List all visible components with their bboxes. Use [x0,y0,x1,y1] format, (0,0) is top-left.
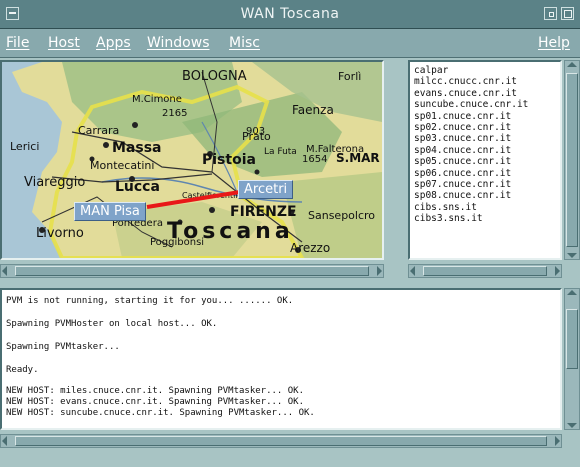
map-label-1654: 1654 [302,154,327,165]
host-list-item[interactable]: suncube.cnuce.cnr.it [414,99,560,110]
console-line: Ready. [6,365,39,375]
console-line: Spawning PVMHoster on local host... OK. [6,319,218,329]
menu-apps[interactable]: Apps [96,35,131,51]
node-arcetri[interactable]: Arcetri [238,180,294,199]
scroll-right-icon[interactable] [377,266,382,276]
scroll-left-icon[interactable] [410,266,415,276]
scroll-left-icon[interactable] [2,266,7,276]
window-menu-icon[interactable] [6,7,19,20]
console-vscrollbar[interactable] [564,288,580,430]
host-list-item[interactable]: sp02.cnuce.cnr.it [414,122,560,133]
map-label-903: 903 [246,126,265,137]
map-label-2165: 2165 [162,108,187,119]
map-label-massa: Massa [112,140,162,156]
console-line: Spawning PVMtasker... [6,342,120,352]
map-label-viareggio: Viareggio [24,175,85,190]
map-label-firenze: FIRENZE [230,204,297,220]
scroll-down-icon[interactable] [567,423,577,428]
host-list-item[interactable]: milcc.cnucc.cnr.it [414,76,560,87]
window-titlebar: WAN Toscana [0,0,580,29]
map-hscrollbar[interactable] [0,264,384,278]
map-label-cimone: M.Cimone [132,94,182,105]
menu-host[interactable]: Host [48,35,80,51]
map-label-forli: Forlì [338,70,361,83]
map-view[interactable]: Carrara Massa Montecatini Pistoia Viareg… [0,60,384,260]
map-label-lafuta: La Futa [264,147,297,157]
map-label-livorno: Livorno [36,226,84,241]
console-hscroll-thumb[interactable] [15,436,547,446]
map-label-lerici: Lerici [10,140,39,153]
map-label-toscana: Toscana [167,219,294,244]
console-line: NEW HOST: evans.cnuce.cnr.it. Spawning P… [6,397,305,407]
map-label-bologna: BOLOGNA [182,69,247,84]
host-list-hscrollbar[interactable] [408,264,562,278]
scroll-left-icon[interactable] [2,436,7,446]
host-list-item[interactable]: cibs3.sns.it [414,213,560,224]
menu-misc[interactable]: Misc [229,35,260,51]
scroll-up-icon[interactable] [567,62,577,67]
host-list-item[interactable]: cibs.sns.it [414,202,560,213]
host-list-item[interactable]: sp05.cnuce.cnr.it [414,156,560,167]
host-list-item[interactable]: calpar [414,65,560,76]
console-line: NEW HOST: suncube.cnuce.cnr.it. Spawning… [6,408,315,418]
console-vscroll-thumb[interactable] [566,309,578,369]
host-list-item[interactable]: sp01.cnuce.cnr.it [414,111,560,122]
map-label-faenza: Faenza [292,103,334,117]
console-line: PVM is not running, starting it for you.… [6,296,294,306]
map-label-sansepolcro: Sansepolcro [308,209,375,222]
scroll-right-icon[interactable] [555,266,560,276]
tuscany-map: Carrara Massa Montecatini Pistoia Viareg… [2,62,382,258]
window-title: WAN Toscana [240,6,340,22]
minimize-icon[interactable] [544,7,557,20]
scroll-down-icon[interactable] [567,253,577,258]
host-list[interactable]: calpar milcc.cnucc.cnr.it evans.cnuce.cn… [408,60,562,260]
menu-help[interactable]: Help [538,35,570,51]
host-list-vscrollbar[interactable] [564,60,580,260]
host-list-hscroll-thumb[interactable] [423,266,547,276]
host-list-item[interactable]: sp08.cnuce.cnr.it [414,190,560,201]
console-output[interactable]: PVM is not running, starting it for you.… [0,288,562,430]
host-list-vscroll-thumb[interactable] [566,73,578,247]
scroll-up-icon[interactable] [567,290,577,295]
menu-windows[interactable]: Windows [147,35,210,51]
map-label-lucca: Lucca [115,179,160,195]
node-man-pisa[interactable]: MAN Pisa [74,202,146,221]
console-line: NEW HOST: miles.cnuce.cnr.it. Spawning P… [6,386,305,396]
map-label-arezzo: Arezzo [290,241,330,255]
host-list-item[interactable]: sp07.cnuce.cnr.it [414,179,560,190]
host-list-item[interactable]: sp06.cnuce.cnr.it [414,168,560,179]
menu-file[interactable]: File [6,35,29,51]
map-label-montecatini: Montecatini [90,159,154,172]
map-hscroll-thumb[interactable] [15,266,369,276]
menu-bar: File Host Apps Windows Misc Help [0,29,580,58]
map-label-pistoia: Pistoia [202,152,256,168]
host-list-item[interactable]: sp04.cnuce.cnr.it [414,145,560,156]
host-list-item[interactable]: sp03.cnuce.cnr.it [414,133,560,144]
host-list-item[interactable]: evans.cnuce.cnr.it [414,88,560,99]
map-label-carrara: Carrara [78,124,119,137]
console-hscrollbar[interactable] [0,434,562,448]
scroll-right-icon[interactable] [555,436,560,446]
maximize-icon[interactable] [561,7,574,20]
